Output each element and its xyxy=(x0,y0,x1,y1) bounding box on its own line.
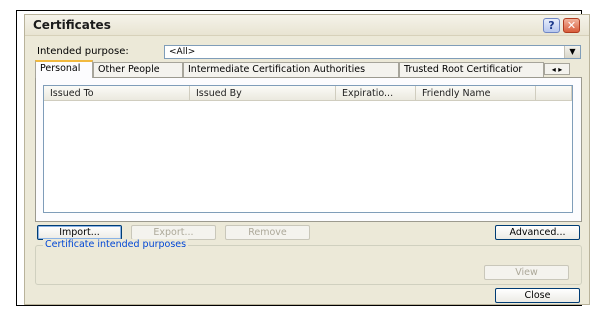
tab-other-people[interactable]: Other People xyxy=(93,62,183,77)
tab-personal[interactable]: Personal xyxy=(35,60,93,78)
tab-trusted-root-certification[interactable]: Trusted Root Certificatior xyxy=(399,62,544,77)
tab-label: Trusted Root Certificatior xyxy=(404,64,523,75)
close-icon: ✕ xyxy=(566,19,577,32)
column-label: Friendly Name xyxy=(422,88,491,99)
column-header-friendly-name[interactable]: Friendly Name xyxy=(416,86,536,101)
export-button-label: Export... xyxy=(153,227,194,238)
close-button[interactable]: Close xyxy=(495,288,580,303)
view-button-label: View xyxy=(515,267,538,278)
advanced-button-label: Advanced... xyxy=(509,227,566,238)
tab-intermediate-certification-authorities[interactable]: Intermediate Certification Authorities xyxy=(183,62,399,77)
tab-label: Other People xyxy=(98,64,160,75)
intended-purposes-group-title: Certificate intended purposes xyxy=(43,239,189,250)
remove-button[interactable]: Remove xyxy=(225,225,310,240)
title-bar[interactable]: Certificates ? ✕ xyxy=(25,15,589,36)
column-header-issued-by[interactable]: Issued By xyxy=(190,86,336,101)
tab-scroll-buttons[interactable]: ◂ ▸ xyxy=(544,63,570,75)
export-button[interactable]: Export... xyxy=(131,225,216,240)
column-label: Expiratio... xyxy=(342,88,394,99)
advanced-button[interactable]: Advanced... xyxy=(495,225,580,240)
intended-purpose-label: Intended purpose: xyxy=(37,46,129,57)
tab-panel: Issued To Issued By Expiratio... Friendl… xyxy=(35,77,582,222)
tab-label: Intermediate Certification Authorities xyxy=(188,64,366,75)
view-button[interactable]: View xyxy=(484,265,569,280)
column-label: Issued By xyxy=(196,88,242,99)
help-button[interactable]: ? xyxy=(543,18,560,33)
import-button[interactable]: Import... xyxy=(37,225,122,240)
column-label: Issued To xyxy=(50,88,94,99)
certificates-dialog: Certificates ? ✕ Intended purpose: <All>… xyxy=(24,14,590,305)
close-window-button[interactable]: ✕ xyxy=(563,18,580,33)
certificate-list[interactable]: Issued To Issued By Expiratio... Friendl… xyxy=(43,85,573,213)
tab-label: Personal xyxy=(40,63,81,74)
chevron-left-icon[interactable]: ◂ xyxy=(552,65,556,74)
column-header-issued-to[interactable]: Issued To xyxy=(44,86,190,101)
help-icon: ? xyxy=(548,19,555,32)
chevron-right-icon[interactable]: ▸ xyxy=(558,65,562,74)
column-header-filler xyxy=(536,86,572,101)
intended-purpose-value: <All> xyxy=(169,47,196,57)
intended-purpose-select[interactable]: <All> ▼ xyxy=(164,45,581,59)
chevron-down-icon[interactable]: ▼ xyxy=(564,46,580,58)
import-button-label: Import... xyxy=(59,227,100,238)
column-header-expiration[interactable]: Expiratio... xyxy=(336,86,416,101)
window-title: Certificates xyxy=(33,18,111,32)
close-button-label: Close xyxy=(524,290,551,301)
remove-button-label: Remove xyxy=(248,227,287,238)
